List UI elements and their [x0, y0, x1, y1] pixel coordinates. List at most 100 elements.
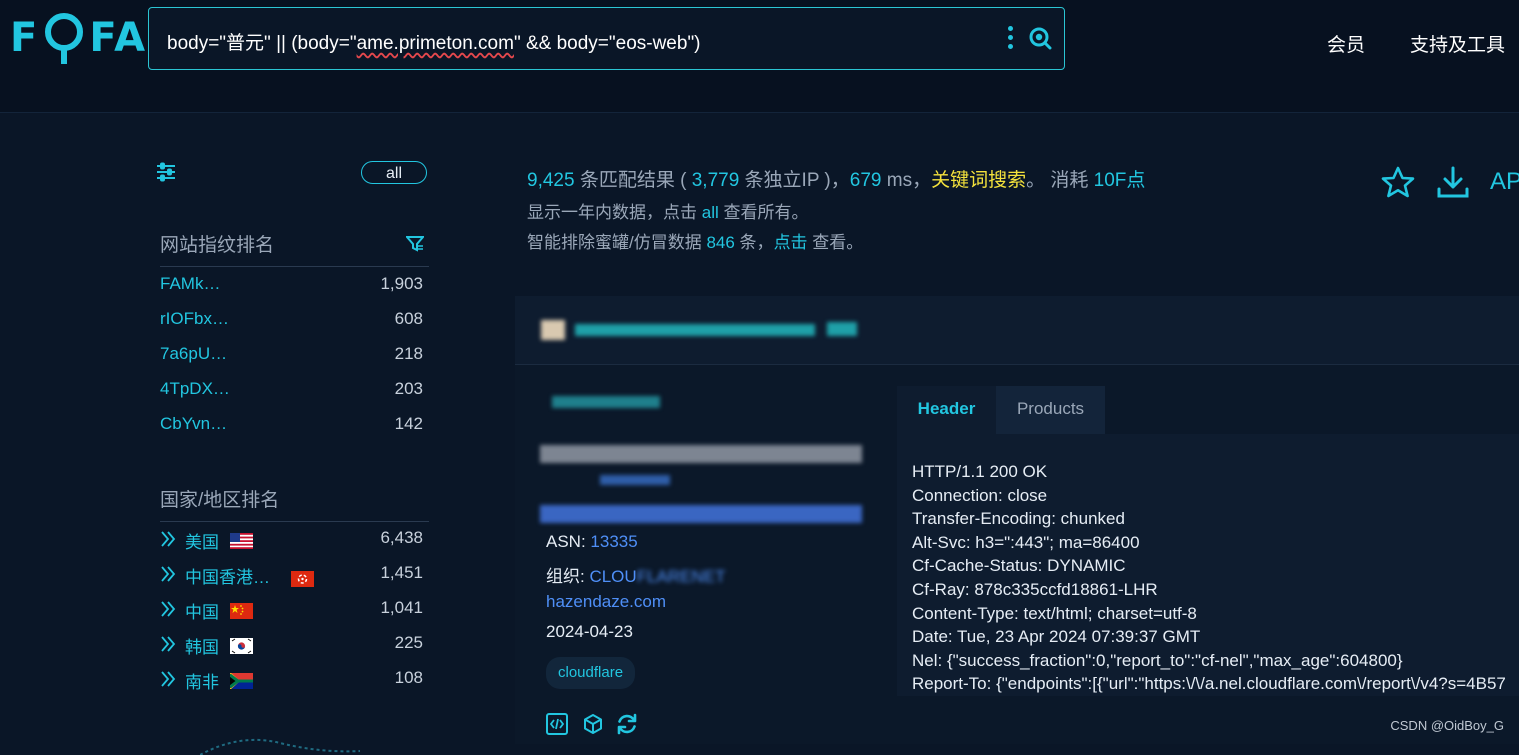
show-all-link[interactable]: all [702, 203, 719, 222]
query-time: 679 [849, 170, 882, 191]
fingerprint-count: 1,903 [380, 274, 423, 293]
fingerprint-row[interactable]: CbYvn… 142 [160, 414, 423, 438]
asn-line: ASN: 13335 [546, 532, 638, 552]
cn-flag-icon [230, 603, 253, 619]
tab-products[interactable]: Products [996, 386, 1105, 434]
blurred-title [575, 324, 815, 336]
org-link-part-b[interactable]: FLARENET [637, 567, 726, 586]
query-prefix: body="普元" || (body=" [167, 33, 357, 54]
fingerprint-count: 203 [394, 379, 423, 398]
http-header-text: HTTP/1.1 200 OK Connection: close Transf… [912, 460, 1506, 696]
country-name[interactable]: 中国香港… [185, 563, 270, 588]
logo-letter-f: F [10, 15, 40, 61]
unique-ip-label: 条独立IP )， [739, 170, 850, 191]
header-line: Date: Tue, 23 Apr 2024 07:39:37 GMT [912, 627, 1201, 647]
world-map-hint [200, 725, 360, 755]
fingerprint-count: 218 [394, 344, 423, 363]
logo-letters-fa: FA [89, 15, 148, 61]
product-tag-cloudflare[interactable]: cloudflare [546, 657, 636, 689]
search-input[interactable]: body="普元" || (body="ame.primeton.com" &&… [167, 28, 701, 55]
search-icon[interactable] [1028, 26, 1052, 50]
country-count: 225 [394, 633, 423, 652]
cost-points: 10F点 [1093, 170, 1146, 191]
double-chevron-right-icon[interactable] [160, 635, 176, 658]
domain-link[interactable]: hazendaze.com [546, 592, 666, 611]
country-row-za[interactable]: 南非 108 [160, 668, 423, 692]
double-chevron-right-icon[interactable] [160, 670, 176, 693]
query-suffix: " && body="eos-web") [513, 33, 701, 54]
fingerprint-row[interactable]: FAMk… 1,903 [160, 274, 423, 298]
tab-header[interactable]: Header [897, 386, 996, 436]
sliders-icon[interactable] [156, 162, 176, 187]
country-rank-title: 国家/地区排名 [160, 490, 280, 511]
logo-pin-icon [41, 10, 87, 66]
asn-link[interactable]: 13335 [590, 532, 637, 551]
code-icon[interactable] [545, 712, 569, 741]
download-icon[interactable] [1435, 165, 1471, 206]
fofa-logo[interactable]: F FA [10, 13, 148, 64]
header-line: Cf-Cache-Status: DYNAMIC [912, 556, 1126, 576]
blurred-host [552, 396, 660, 408]
header-line: Report-To: {"endpoints":[{"url":"https:\… [912, 674, 1506, 694]
country-name[interactable]: 美国 [185, 528, 219, 553]
honeypot-prefix: 智能排除蜜罐/仿冒数据 [527, 233, 707, 252]
blurred-favicon [541, 320, 565, 340]
csdn-watermark: CSDN @OidBoy_G [1390, 718, 1504, 733]
country-count: 1,041 [380, 598, 423, 617]
double-chevron-right-icon[interactable] [160, 600, 176, 623]
honeypot-view-link[interactable]: 点击 [774, 233, 808, 252]
country-name[interactable]: 中国 [185, 598, 219, 623]
more-options-icon[interactable] [1008, 26, 1014, 52]
us-flag-icon [230, 533, 253, 549]
domain-line: hazendaze.com [546, 592, 666, 612]
refresh-icon[interactable] [615, 712, 639, 741]
org-line: 组织: CLOUFLARENET [546, 562, 725, 587]
header-line: Content-Type: text/html; charset=utf-8 [912, 603, 1197, 623]
query-misspelled-domain: ame.primeton.com [356, 33, 514, 54]
fingerprint-row[interactable]: 4TpDX… 203 [160, 379, 423, 403]
keyword-search-link[interactable]: 关键词搜索 [931, 170, 1026, 191]
divider [160, 266, 429, 267]
country-row-kr[interactable]: 韩国 225 [160, 633, 423, 657]
api-button[interactable]: AP [1490, 168, 1519, 196]
one-year-note: 显示一年内数据，点击 all 查看所有。 [527, 198, 808, 223]
header-line: Connection: close [912, 485, 1048, 505]
fingerprint-name[interactable]: CbYvn… [160, 414, 227, 434]
country-count: 1,451 [380, 563, 423, 582]
nav-member[interactable]: 会员 [1327, 30, 1365, 57]
nav-tools[interactable]: 支持及工具 [1410, 30, 1505, 57]
date-line: 2024-04-23 [546, 622, 633, 642]
fingerprint-name[interactable]: rIOFbx… [160, 309, 229, 329]
detail-tabs: Header Products [897, 386, 1105, 436]
fingerprint-row[interactable]: 7a6pU… 218 [160, 344, 423, 368]
unique-ip-count: 3,779 [691, 170, 740, 191]
all-toggle-button[interactable]: all [361, 161, 427, 184]
result-card-header [515, 296, 1519, 365]
org-label: 组织: [546, 567, 590, 586]
country-name[interactable]: 韩国 [185, 633, 219, 658]
org-link-part-a[interactable]: CLOU [589, 567, 636, 586]
header-line: Nel: {"success_fraction":0,"report_to":"… [912, 650, 1403, 670]
fingerprint-name[interactable]: 4TpDX… [160, 379, 230, 399]
fingerprint-row[interactable]: rIOFbx… 608 [160, 309, 423, 333]
country-row-hk[interactable]: 中国香港… 1,451 [160, 563, 423, 587]
match-count: 9,425 [527, 170, 575, 191]
fingerprint-name[interactable]: FAMk… [160, 274, 220, 294]
za-flag-icon [229, 672, 253, 690]
country-row-cn[interactable]: 中国 1,041 [160, 598, 423, 622]
star-icon[interactable] [1380, 165, 1416, 206]
query-time-unit: ms， [881, 170, 932, 191]
country-name[interactable]: 南非 [185, 668, 219, 693]
cost-label: 。 消耗 [1026, 170, 1094, 191]
search-box[interactable]: body="普元" || (body="ame.primeton.com" &&… [148, 7, 1065, 70]
double-chevron-right-icon[interactable] [160, 565, 176, 588]
fingerprint-name[interactable]: 7a6pU… [160, 344, 227, 364]
result-summary: 9,425 条匹配结果 ( 3,779 条独立IP )，679 ms，关键词搜索… [527, 165, 1145, 192]
country-row-us[interactable]: 美国 6,438 [160, 528, 423, 552]
http-header-panel: HTTP/1.1 200 OK Connection: close Transf… [897, 434, 1519, 696]
cube-icon[interactable] [581, 712, 605, 741]
funnel-filter-icon[interactable] [404, 236, 426, 257]
double-chevron-right-icon[interactable] [160, 530, 176, 553]
honeypot-note: 智能排除蜜罐/仿冒数据 846 条，点击 查看。 [527, 228, 863, 253]
header-line: Cf-Ray: 878c335ccfd18861-LHR [912, 579, 1158, 599]
